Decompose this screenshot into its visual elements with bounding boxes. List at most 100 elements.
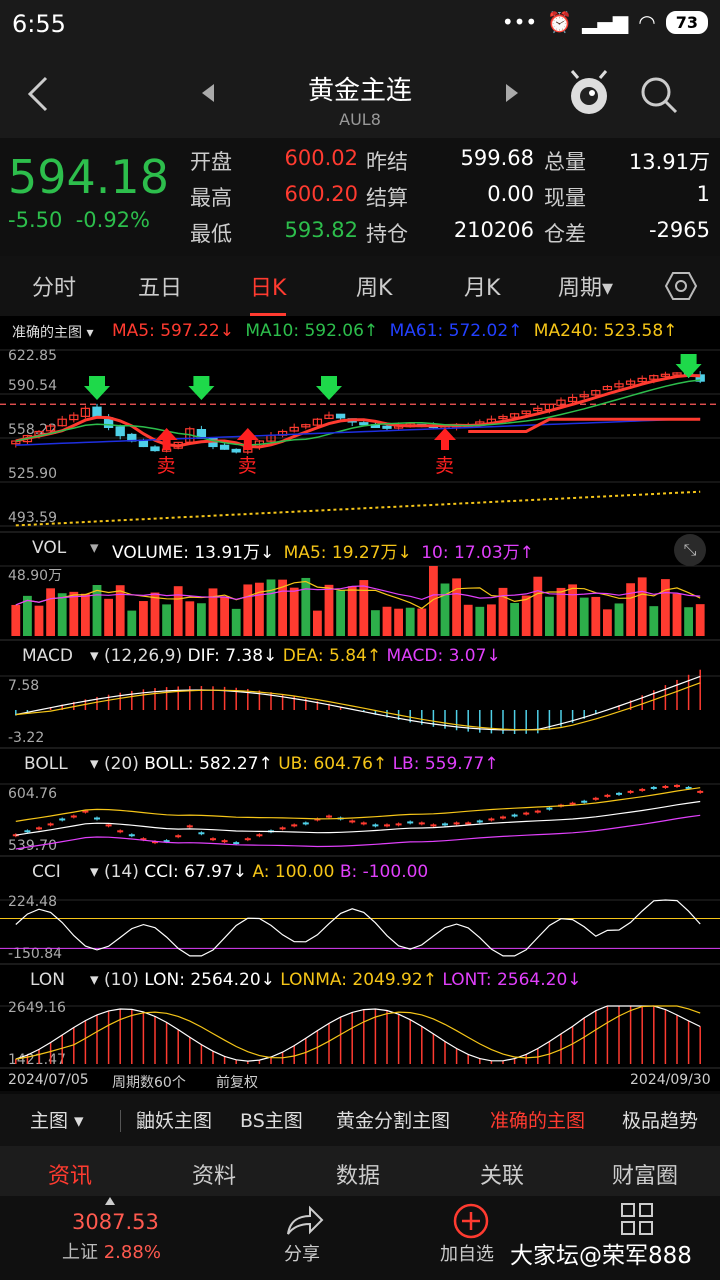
tab-divider bbox=[120, 1110, 121, 1132]
volume-bar bbox=[591, 596, 601, 636]
lon-ma: LONMA: 2049.92↑ bbox=[280, 970, 437, 990]
settings-icon[interactable] bbox=[664, 270, 698, 302]
share-icon[interactable] bbox=[284, 1204, 324, 1238]
macd-params: (12,26,9) bbox=[103, 646, 183, 666]
info-tab-2[interactable]: 数据 bbox=[336, 1158, 380, 1190]
quote-label: 现量 bbox=[544, 186, 586, 210]
axis-period-count: 周期数60个 bbox=[112, 1075, 186, 1091]
sell-arrow-icon bbox=[434, 428, 456, 450]
info-tab-0[interactable]: 资讯 bbox=[48, 1158, 92, 1190]
expand-icon[interactable]: ⤡ bbox=[674, 534, 706, 566]
macd-y-tick: -3.22 bbox=[8, 730, 44, 746]
axis-start-date: 2024/07/05 bbox=[8, 1072, 89, 1088]
cci-label: CCI bbox=[32, 862, 61, 882]
price-change: -5.50 -0.92% bbox=[8, 208, 150, 232]
boll-y-tick: 604.76 bbox=[8, 786, 57, 802]
volume-bar bbox=[231, 608, 241, 636]
tab-5[interactable]: 周期▾ bbox=[558, 270, 613, 302]
quote-value: -2965 bbox=[648, 218, 710, 242]
vol-ma10: 10: 17.03万↑ bbox=[421, 543, 534, 563]
main-chart-tab-2[interactable]: BS主图 bbox=[240, 1106, 303, 1133]
macd-dif-line bbox=[15, 675, 701, 731]
index-value[interactable]: 3087.53 bbox=[72, 1210, 159, 1234]
alarm-icon: ⏰ bbox=[547, 10, 573, 34]
vol-label: VOL bbox=[32, 538, 67, 558]
index-change[interactable]: 上证 2.88% bbox=[62, 1238, 161, 1264]
tab-0[interactable]: 分时 bbox=[32, 270, 76, 302]
mascot-icon[interactable] bbox=[566, 68, 612, 118]
volume-bar bbox=[69, 591, 79, 636]
candle-body bbox=[382, 425, 392, 429]
volume-bar bbox=[196, 603, 206, 636]
cci-value: CCI: 67.97↓ bbox=[144, 862, 248, 882]
main-y-tick: 622.85 bbox=[8, 348, 57, 364]
main-y-tick: 558.22 bbox=[8, 422, 57, 438]
tab-1[interactable]: 五日 bbox=[138, 270, 182, 302]
add-watchlist-icon[interactable] bbox=[452, 1202, 490, 1240]
quote-value: 600.02 bbox=[284, 146, 358, 170]
main-chart-tabs: 主图 ▾ 鼬妖主图 BS主图 黄金分割主图 准确的主图 极品趋势 bbox=[0, 1094, 720, 1146]
vol-dropdown-icon[interactable]: ▾ bbox=[90, 538, 99, 558]
vol-ma5: MA5: 19.27万↓ bbox=[283, 543, 412, 563]
volume-bar bbox=[301, 577, 311, 636]
lon-ma-line bbox=[15, 1005, 701, 1060]
main-chart-tab-4[interactable]: 准确的主图 bbox=[490, 1106, 585, 1133]
boll-ub: UB: 604.76↑ bbox=[278, 754, 388, 774]
ma240-line bbox=[15, 490, 701, 527]
lon-y-tick: 2649.16 bbox=[8, 1000, 66, 1016]
main-chart-selector[interactable]: 准确的主图 ▾ bbox=[12, 322, 93, 342]
main-chart-tab-1[interactable]: 鼬妖主图 bbox=[136, 1106, 212, 1133]
signal-icon: ▂▄▆ bbox=[582, 10, 629, 34]
tab-2[interactable]: 日K bbox=[250, 270, 287, 316]
share-label[interactable]: 分享 bbox=[284, 1240, 320, 1266]
kline-chart-area[interactable]: 622.85 590.54 558.22 525.90 493.59 卖 卖 卖 48.90万 7… bbox=[0, 316, 720, 1091]
main-chart-tab-5[interactable]: 极品趋势 bbox=[622, 1106, 698, 1133]
volume-bar bbox=[162, 604, 172, 636]
main-chart-tab-0[interactable]: 主图 ▾ bbox=[30, 1106, 84, 1133]
sell-signal-label: 卖 bbox=[238, 455, 257, 477]
index-percent: 2.88% bbox=[103, 1242, 161, 1263]
boll-lb: LB: 559.77↑ bbox=[392, 754, 499, 774]
main-chart-name: 准确的主图 bbox=[12, 325, 82, 341]
axis-end-date: 2024/09/30 bbox=[630, 1072, 711, 1088]
quote-label: 持仓 bbox=[366, 222, 408, 246]
ma10-value: MA10: 592.06↑ bbox=[245, 321, 379, 341]
info-tab-4[interactable]: 财富圈 bbox=[612, 1158, 678, 1190]
candle-body bbox=[359, 422, 369, 426]
add-watchlist-label[interactable]: 加自选 bbox=[440, 1240, 494, 1266]
cci-params: (14) bbox=[103, 862, 139, 882]
tab-4[interactable]: 月K bbox=[464, 270, 500, 302]
main-chart-tab-3[interactable]: 黄金分割主图 bbox=[336, 1106, 450, 1133]
volume-bar bbox=[452, 578, 462, 636]
volume-bar bbox=[243, 584, 253, 636]
tab-3[interactable]: 周K bbox=[356, 270, 392, 302]
quote-value: 0.00 bbox=[487, 182, 534, 206]
volume-bar bbox=[150, 592, 160, 636]
volume-bar bbox=[138, 601, 148, 636]
quote-value: 600.20 bbox=[284, 182, 358, 206]
grid-menu-icon[interactable] bbox=[620, 1202, 654, 1236]
volume-bar bbox=[92, 584, 102, 636]
macd-dea-line bbox=[15, 682, 701, 731]
volume-bar bbox=[127, 610, 137, 636]
volume-bar bbox=[521, 595, 531, 636]
next-contract-icon[interactable] bbox=[504, 82, 520, 104]
ma-legend: MA5: 597.22↓ MA10: 592.06↑ MA61: 572.02↑… bbox=[112, 321, 677, 341]
sell-signal-label: 卖 bbox=[157, 455, 176, 477]
more-icon: ••• bbox=[501, 10, 538, 34]
volume-bar bbox=[660, 579, 670, 636]
info-tab-3[interactable]: 关联 bbox=[480, 1158, 524, 1190]
status-icons: ••• ⏰ ▂▄▆ ◠ 73 bbox=[502, 10, 708, 34]
volume-bar bbox=[475, 606, 485, 636]
ma61-value: MA61: 572.02↑ bbox=[389, 321, 523, 341]
quote-label: 总量 bbox=[544, 150, 586, 174]
search-icon[interactable] bbox=[638, 74, 680, 116]
info-tab-1[interactable]: 资料 bbox=[192, 1158, 236, 1190]
boll-label: BOLL bbox=[24, 754, 68, 774]
watermark: 大家坛@荣军888 bbox=[510, 1243, 692, 1269]
battery-icon: 73 bbox=[665, 10, 708, 34]
candle-body bbox=[138, 439, 149, 448]
quote-value: 210206 bbox=[453, 218, 534, 242]
lon-line bbox=[15, 1005, 701, 1062]
last-price: 594.18 bbox=[8, 150, 169, 204]
